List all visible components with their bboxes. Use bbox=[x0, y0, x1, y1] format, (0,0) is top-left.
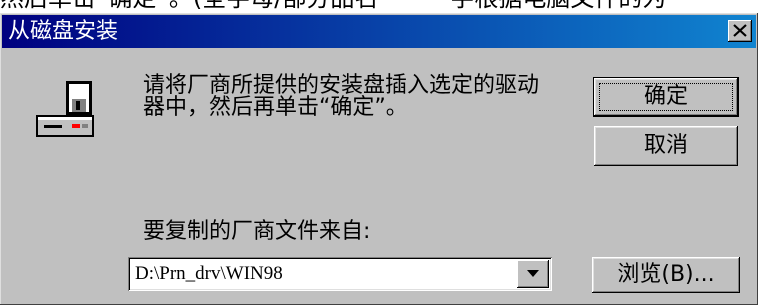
message-line-1: 请将厂商所提供的安装盘插入选定的驱动 bbox=[143, 73, 540, 98]
title-bar[interactable]: 从磁盘安装 bbox=[2, 15, 756, 48]
source-path-value[interactable]: D:\Prn_drv\WIN98 bbox=[135, 257, 283, 291]
cancel-button-label: 取消 bbox=[643, 133, 688, 158]
close-icon bbox=[733, 24, 747, 37]
browse-button-label: 浏览(B)... bbox=[617, 262, 715, 287]
message-line-2: 器中，然后再单击“确定”。 bbox=[143, 95, 408, 120]
install-from-disk-dialog: 从磁盘安装 请将厂商所提供的安装盘插入选定的驱动 器中，然后再单击“确定”。 确… bbox=[0, 13, 758, 305]
browse-button[interactable]: 浏览(B)... bbox=[592, 257, 740, 293]
copy-from-label: 要复制的厂商文件来自: bbox=[143, 219, 371, 244]
dropdown-button[interactable] bbox=[517, 260, 549, 288]
instruction-message: 请将厂商所提供的安装盘插入选定的驱动 器中，然后再单击“确定”。 bbox=[143, 75, 583, 119]
cancel-button[interactable]: 取消 bbox=[594, 126, 738, 166]
background-window-text: 然后单击“确定”。(全字母/部分品名———字根据电脑文件的为 bbox=[0, 0, 758, 13]
source-path-combobox[interactable]: D:\Prn_drv\WIN98 bbox=[128, 257, 552, 291]
close-button[interactable] bbox=[728, 20, 752, 42]
dropdown-arrow-icon bbox=[527, 270, 539, 277]
dialog-title: 从磁盘安装 bbox=[8, 19, 119, 44]
ok-button[interactable]: 确定 bbox=[594, 78, 738, 116]
floppy-drive-install-icon bbox=[36, 81, 94, 137]
ok-button-label: 确定 bbox=[643, 84, 688, 109]
